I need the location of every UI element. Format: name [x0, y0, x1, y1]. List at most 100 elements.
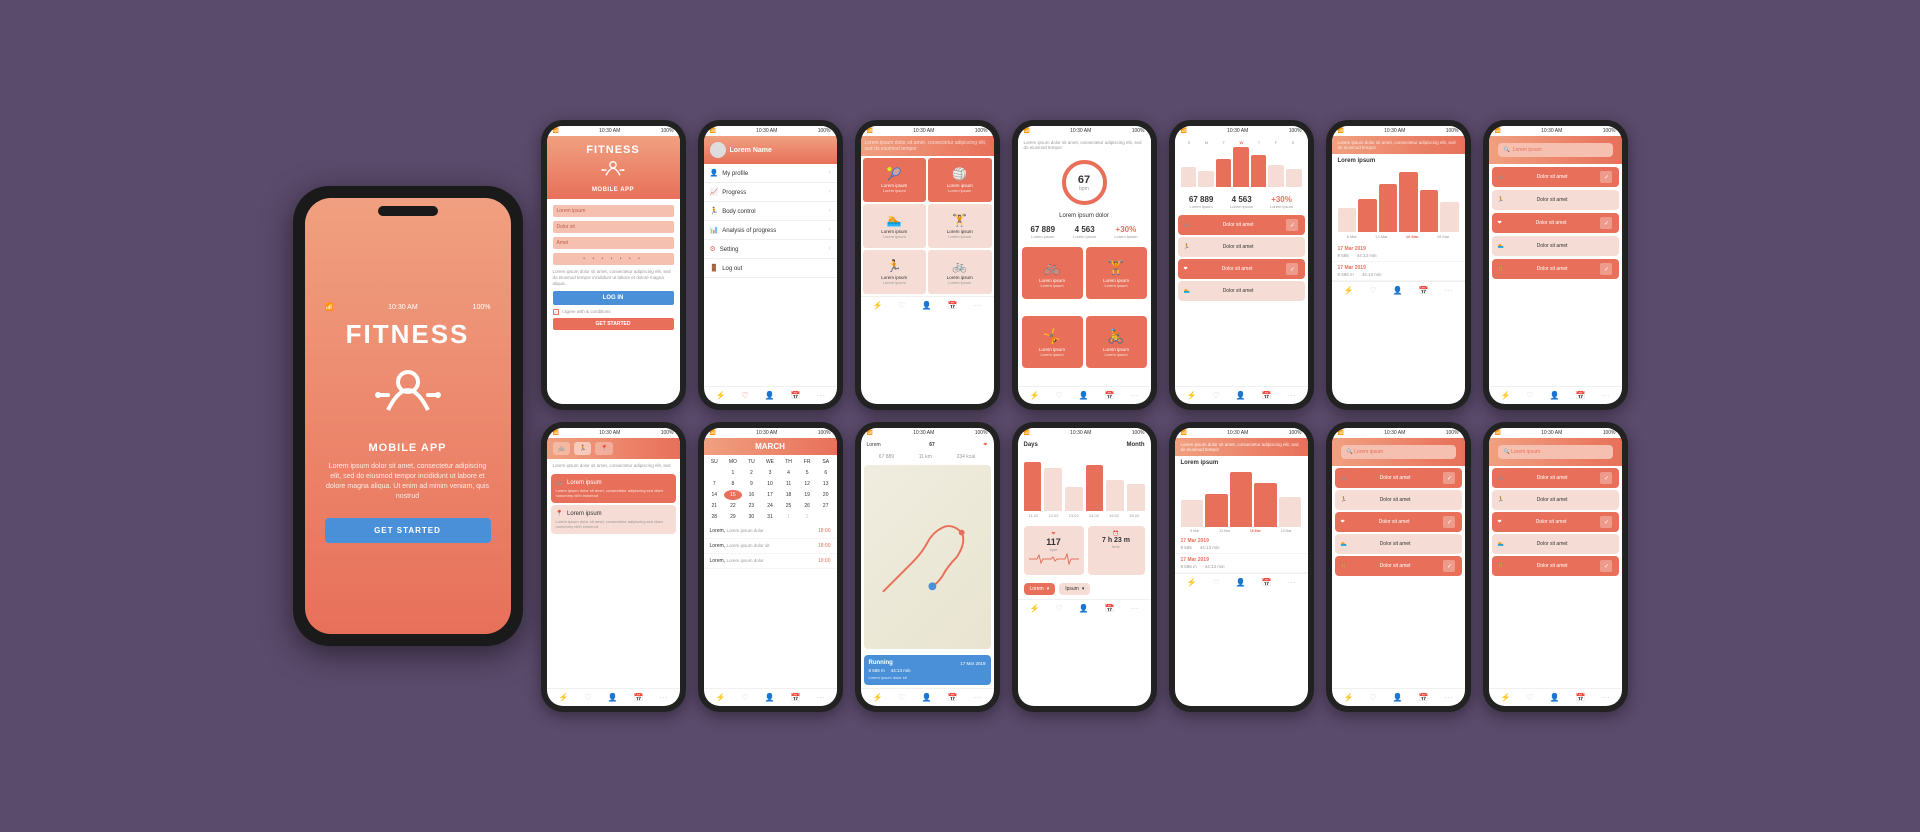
act2-stretch[interactable]: 🤸Lorem ipsumLorem ipsum: [1022, 316, 1083, 368]
get-started-btn-small[interactable]: GET STARTED: [553, 318, 674, 330]
nav7-cal[interactable]: 📅: [1576, 391, 1586, 400]
menu-item-profile[interactable]: 👤My profile›: [704, 164, 837, 183]
nav-r2-3-cal[interactable]: 📅: [948, 693, 958, 702]
nav-r2-4-flash[interactable]: ⚡: [1029, 604, 1039, 613]
nav7-heart[interactable]: ♡: [1526, 391, 1533, 400]
nav-r2-2-flash[interactable]: ⚡: [715, 693, 725, 702]
nav3-heart[interactable]: ♡: [898, 301, 905, 310]
cal-d13[interactable]: 13: [817, 479, 835, 489]
nav-r2-1-more[interactable]: ···: [660, 693, 668, 702]
nav-r2-6-cal[interactable]: 📅: [1419, 693, 1429, 702]
cal-d9[interactable]: 9: [743, 479, 761, 489]
nav-r2-4-more[interactable]: ···: [1131, 604, 1139, 613]
nav4-heart[interactable]: ♡: [1055, 391, 1062, 400]
cal-d19[interactable]: 19: [798, 490, 816, 500]
act-run[interactable]: 🏃Lorem ipsumLorem ipsum: [863, 250, 927, 294]
nav5-flash[interactable]: ⚡: [1186, 391, 1196, 400]
nav3-flash[interactable]: ⚡: [872, 301, 882, 310]
cal-d25[interactable]: 25: [780, 501, 798, 511]
nav-r2-1-person[interactable]: 👤: [608, 693, 618, 702]
workout-item-2[interactable]: 🏃Dolor sit amet: [1178, 237, 1305, 257]
wl-item-2[interactable]: 🏃Dolor sit amet: [1335, 490, 1462, 510]
workout-item-4[interactable]: 🏊Dolor sit amet: [1178, 281, 1305, 301]
nav-r2-1-cal[interactable]: 📅: [634, 693, 644, 702]
cal-d2[interactable]: 2: [743, 468, 761, 478]
sched-item-1[interactable]: 🚲 Lorem ipsum Lorem ipsum dolor sit amet…: [551, 474, 676, 503]
get-started-button[interactable]: GET STARTED: [325, 518, 491, 543]
search-item-4[interactable]: 🏊Dolor sit amet: [1492, 236, 1619, 256]
nav-r2-4-heart[interactable]: ♡: [1055, 604, 1062, 613]
nav-flash[interactable]: ⚡: [715, 391, 725, 400]
tab-pin[interactable]: 📍: [595, 442, 612, 455]
wl2-item-2[interactable]: 🏃Dolor sit amet: [1492, 490, 1619, 510]
search-item-2[interactable]: 🏃Dolor sit amet: [1492, 190, 1619, 210]
nav4-flash[interactable]: ⚡: [1029, 391, 1039, 400]
search-item-5[interactable]: 🏋Dolor sit amet✓: [1492, 259, 1619, 279]
cal-d6[interactable]: 6: [817, 468, 835, 478]
workout-item-1[interactable]: 🚲Dolor sit amet✓: [1178, 215, 1305, 235]
cal-d11[interactable]: 11: [780, 479, 798, 489]
cal-d28[interactable]: 28: [706, 512, 724, 522]
nav-r2-5-more[interactable]: ···: [1288, 578, 1296, 587]
nav-more[interactable]: ···: [817, 391, 825, 400]
input-amet[interactable]: Amet: [553, 237, 674, 249]
nav-r2-3-flash[interactable]: ⚡: [872, 693, 882, 702]
cal-d4[interactable]: 4: [780, 468, 798, 478]
cal-d27[interactable]: 27: [817, 501, 835, 511]
menu-item-logout[interactable]: 🚪Log out: [704, 259, 837, 278]
nav-r2-6-person[interactable]: 👤: [1393, 693, 1403, 702]
nav4-cal[interactable]: 📅: [1105, 391, 1115, 400]
cal-d30[interactable]: 30: [743, 512, 761, 522]
agree-checkbox[interactable]: ✓: [553, 309, 559, 315]
cal-d17[interactable]: 17: [761, 490, 779, 500]
nav-heart[interactable]: ♡: [741, 391, 748, 400]
nav3-cal[interactable]: 📅: [948, 301, 958, 310]
nav6-person[interactable]: 👤: [1393, 286, 1403, 295]
menu-item-body[interactable]: 🏃Body control›: [704, 202, 837, 221]
nav-r2-4-person[interactable]: 👤: [1079, 604, 1089, 613]
nav-r2-2-more[interactable]: ···: [817, 693, 825, 702]
cal-d8[interactable]: 8: [724, 479, 742, 489]
act2-elliptical[interactable]: 🏋Lorem ipsumLorem ipsum: [1086, 247, 1147, 299]
wl-item-4[interactable]: 🏊Dolor sit amet: [1335, 534, 1462, 554]
nav-r2-5-flash[interactable]: ⚡: [1186, 578, 1196, 587]
act-bike[interactable]: 🚲Lorem ipsumLorem ipsum: [928, 250, 992, 294]
cal-d14[interactable]: 14: [706, 490, 724, 500]
nav-r2-2-cal[interactable]: 📅: [791, 693, 801, 702]
act-weights[interactable]: 🏋Lorem ipsumLorem ipsum: [928, 204, 992, 248]
wl2-item-5[interactable]: 🏋Dolor sit amet✓: [1492, 556, 1619, 576]
nav4-more[interactable]: ···: [1131, 391, 1139, 400]
menu-item-progress[interactable]: 📈Progress›: [704, 183, 837, 202]
nav6-heart[interactable]: ♡: [1369, 286, 1376, 295]
dropdown-ipsum[interactable]: Ipsum ▾: [1059, 583, 1090, 595]
act2-bike[interactable]: 🚲Lorem ipsumLorem ipsum: [1022, 247, 1083, 299]
nav-r2-3-heart[interactable]: ♡: [898, 693, 905, 702]
menu-item-analysis[interactable]: 📊Analysis of progress›: [704, 221, 837, 240]
cal-d15[interactable]: 15: [724, 490, 742, 500]
wl-item-1[interactable]: 🚲Dolor sit amet✓: [1335, 468, 1462, 488]
cal-d1[interactable]: 1: [724, 468, 742, 478]
nav6-more[interactable]: ···: [1445, 286, 1453, 295]
cal-d23[interactable]: 23: [743, 501, 761, 511]
cal-d29[interactable]: 29: [724, 512, 742, 522]
nav-r2-5-cal[interactable]: 📅: [1262, 578, 1272, 587]
wl2-item-1[interactable]: 🚲Dolor sit amet✓: [1492, 468, 1619, 488]
nav7-person[interactable]: 👤: [1550, 391, 1560, 400]
cal-list-2[interactable]: Lorem, Lorem ipsum dolor sit 18:00: [704, 539, 837, 554]
nav3-more[interactable]: ···: [974, 301, 982, 310]
cal-d16[interactable]: 16: [743, 490, 761, 500]
nav-r2-6-flash[interactable]: ⚡: [1343, 693, 1353, 702]
input-password[interactable]: • • • • • • •: [553, 253, 674, 265]
nav-r2-4-cal[interactable]: 📅: [1105, 604, 1115, 613]
nav-r2-7-flash[interactable]: ⚡: [1500, 693, 1510, 702]
cal-d24[interactable]: 24: [761, 501, 779, 511]
cal-d0[interactable]: [706, 468, 724, 478]
cal-d12[interactable]: 12: [798, 479, 816, 489]
nav5-person[interactable]: 👤: [1236, 391, 1246, 400]
nav4-person[interactable]: 👤: [1079, 391, 1089, 400]
cal-d33[interactable]: 2: [798, 512, 816, 522]
cal-d5[interactable]: 5: [798, 468, 816, 478]
cal-d3[interactable]: 3: [761, 468, 779, 478]
wl2-item-3[interactable]: ❤Dolor sit amet✓: [1492, 512, 1619, 532]
nav-r2-3-person[interactable]: 👤: [922, 693, 932, 702]
